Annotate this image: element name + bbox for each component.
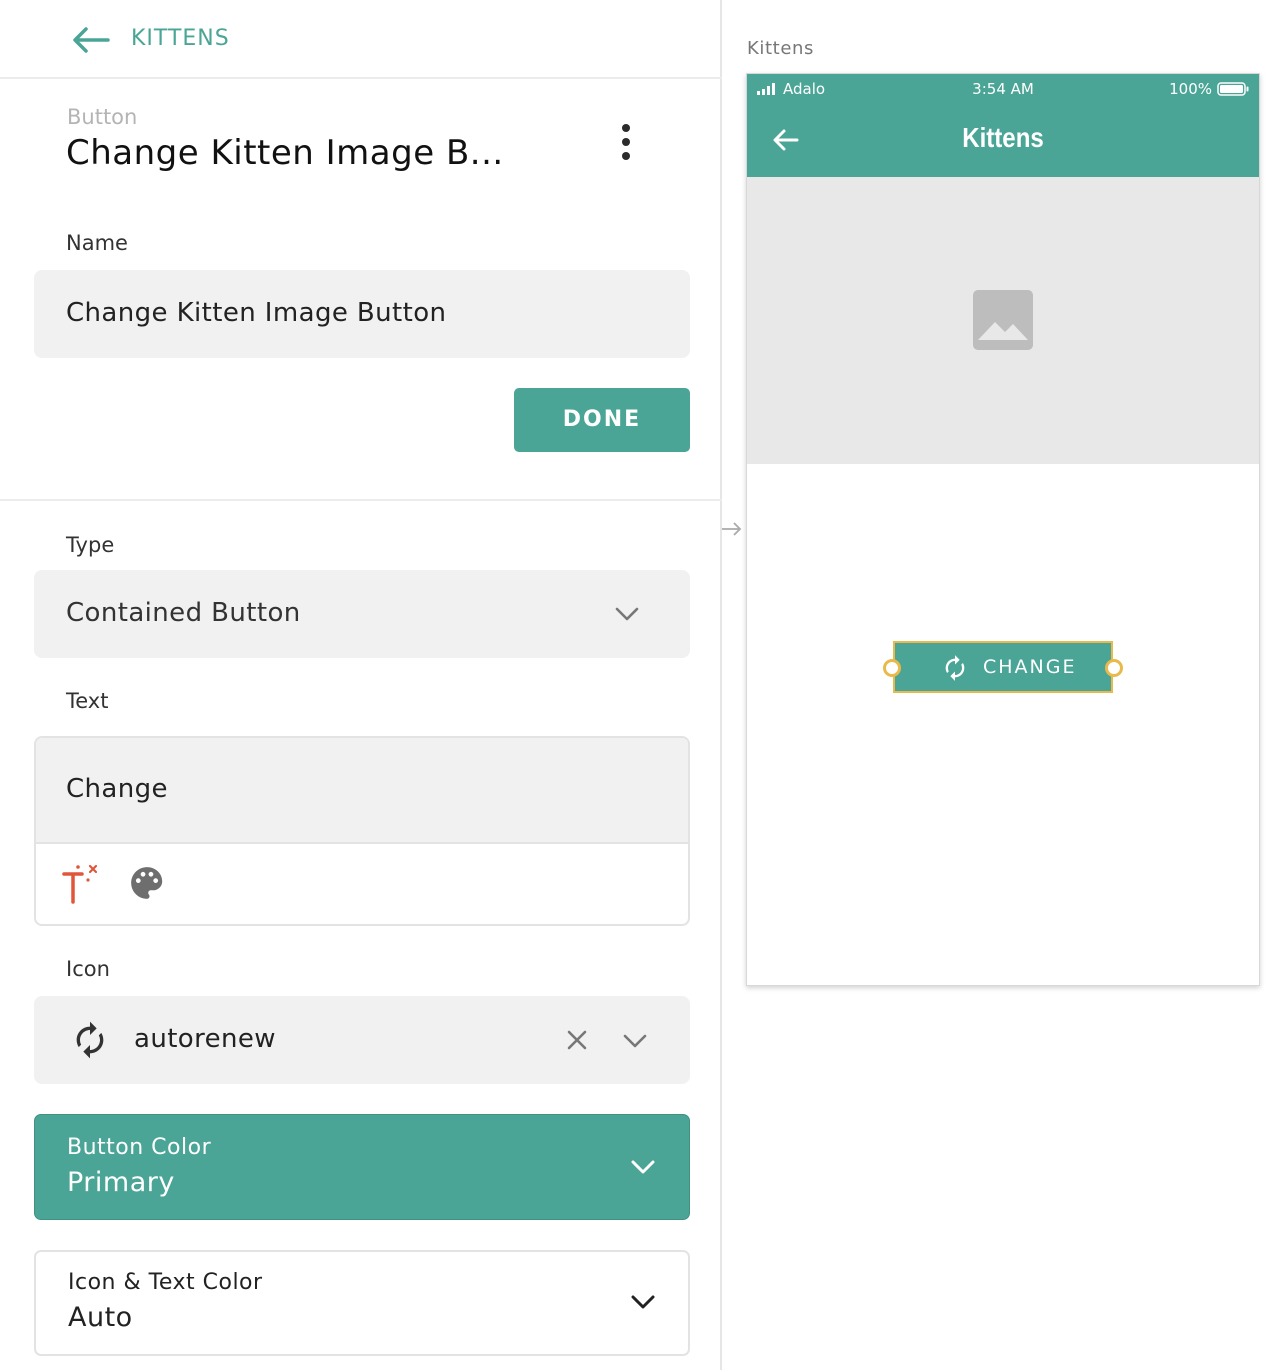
icon-label: Icon [66, 957, 110, 981]
chevron-down-icon [631, 1295, 655, 1309]
properties-panel: KITTENS Button Change Kitten Image B... … [0, 0, 722, 1370]
icon-text-color-label: Icon & Text Color [68, 1270, 263, 1295]
button-color-select[interactable]: Button Color Primary [34, 1114, 690, 1220]
button-color-label: Button Color [67, 1135, 212, 1160]
change-button-label: CHANGE [983, 656, 1077, 678]
component-kind: Button [67, 105, 138, 129]
name-input-value: Change Kitten Image Button [66, 298, 447, 328]
text-input-value: Change [66, 774, 168, 804]
component-title: Change Kitten Image B... [66, 133, 504, 173]
icon-text-color-value: Auto [68, 1302, 133, 1333]
chevron-down-icon [631, 1160, 655, 1174]
more-options-icon[interactable] [612, 120, 640, 160]
button-color-value: Primary [67, 1167, 175, 1198]
screen-name-label[interactable]: Kittens [747, 38, 814, 59]
battery-percent: 100% [1169, 80, 1212, 98]
icon-text-color-select[interactable]: Icon & Text Color Auto [34, 1250, 690, 1356]
autorenew-icon [945, 655, 965, 681]
app-title: Kittens [962, 122, 1044, 153]
change-button[interactable]: CHANGE [883, 641, 1123, 693]
type-select-value: Contained Button [66, 598, 301, 628]
chevron-down-icon [615, 607, 639, 621]
back-navigation: KITTENS [0, 0, 722, 79]
battery-icon [1217, 82, 1249, 96]
chevron-down-icon [623, 1034, 647, 1048]
link-arrow-icon [722, 522, 742, 536]
image-icon [973, 290, 1033, 350]
type-select[interactable]: Contained Button [34, 570, 690, 658]
resize-handle-right[interactable] [1105, 659, 1123, 677]
phone-screen[interactable]: Adalo 3:54 AM 100% Kittens CHANGE [746, 73, 1260, 986]
name-input[interactable]: Change Kitten Image Button [34, 270, 690, 358]
divider [0, 499, 722, 501]
done-button[interactable]: DONE [514, 388, 690, 452]
status-bar: Adalo 3:54 AM 100% [747, 74, 1259, 104]
autorenew-icon [76, 1021, 104, 1059]
resize-handle-left[interactable] [883, 659, 901, 677]
icon-select[interactable]: autorenew [34, 996, 690, 1084]
clear-icon[interactable] [566, 1029, 588, 1051]
icon-select-value: autorenew [134, 1024, 276, 1054]
type-label: Type [66, 533, 115, 557]
palette-icon[interactable] [128, 864, 166, 902]
back-link[interactable]: KITTENS [131, 26, 230, 51]
name-label: Name [66, 231, 128, 255]
text-label: Text [66, 689, 109, 713]
app-header: Kittens [747, 104, 1259, 177]
magic-text-icon[interactable] [60, 862, 100, 906]
text-editor: Change [34, 736, 690, 926]
canvas: Kittens Adalo 3:54 AM 100% Kittens CHANG… [722, 0, 1284, 1370]
image-placeholder[interactable] [747, 177, 1259, 464]
text-input[interactable]: Change [36, 738, 688, 844]
back-arrow-icon[interactable] [70, 24, 110, 56]
